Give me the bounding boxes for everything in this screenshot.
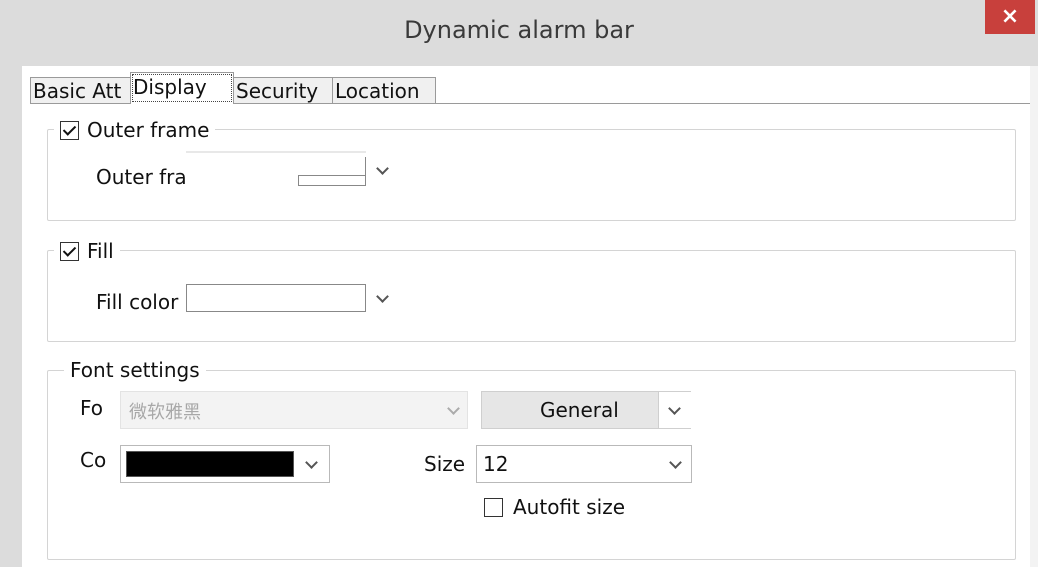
tab-display[interactable]: Display: [130, 72, 234, 104]
font-color-swatch: [126, 451, 294, 477]
fill-color-picker[interactable]: [186, 282, 400, 314]
font-settings-label: Font settings: [70, 358, 200, 382]
size-label: Size: [424, 452, 466, 476]
fill-label: Fill: [87, 239, 114, 263]
font-color-picker[interactable]: [120, 445, 330, 483]
close-button[interactable]: ×: [985, 0, 1035, 34]
tab-label: Display: [133, 75, 207, 99]
chevron-down-icon: [368, 285, 396, 311]
fill-color-swatch: [186, 284, 366, 312]
fill-checkbox[interactable]: [60, 241, 79, 261]
chevron-down-icon: [297, 451, 325, 477]
tab-label: Location: [335, 79, 420, 103]
tab-security[interactable]: Security: [233, 77, 335, 104]
font-color-label: Co: [80, 448, 107, 472]
font-settings-legend: Font settings: [64, 358, 206, 382]
title-bar: Dynamic alarm bar ×: [0, 0, 1038, 66]
font-style-value: General: [540, 398, 619, 422]
window-left-border: [0, 66, 22, 567]
autofit-size-option[interactable]: Autofit size: [484, 495, 625, 519]
autofit-size-checkbox[interactable]: [484, 497, 503, 517]
outer-frame-checkbox[interactable]: [60, 120, 79, 140]
window-right-border: [1030, 66, 1038, 567]
fill-color-label: Fill color: [96, 290, 179, 314]
tab-location[interactable]: Location: [332, 77, 436, 104]
font-label: Fo: [80, 396, 104, 420]
tab-label: Basic Att: [33, 79, 122, 103]
chevron-down-icon: [439, 397, 467, 423]
outer-frame-label: Outer frame: [87, 118, 210, 142]
outer-frame-legend: Outer frame: [54, 118, 216, 142]
tab-basic-attributes[interactable]: Basic Att: [30, 77, 132, 104]
font-size-select[interactable]: 12: [476, 445, 692, 483]
outer-frame-color-swatch: [298, 175, 366, 186]
tab-label: Security: [236, 79, 319, 103]
outer-frame-color-picker[interactable]: [186, 151, 398, 187]
font-family-select[interactable]: 微软雅黑: [120, 391, 468, 429]
fill-legend: Fill: [54, 239, 120, 263]
window-title: Dynamic alarm bar: [404, 16, 634, 44]
font-style-select[interactable]: General: [481, 391, 691, 429]
autofit-size-label: Autofit size: [513, 495, 626, 519]
chevron-down-icon: [368, 157, 396, 183]
font-family-value: 微软雅黑: [129, 402, 201, 423]
font-size-value: 12: [483, 452, 509, 476]
chevron-down-icon: [660, 397, 688, 423]
chevron-down-icon: [661, 451, 689, 477]
